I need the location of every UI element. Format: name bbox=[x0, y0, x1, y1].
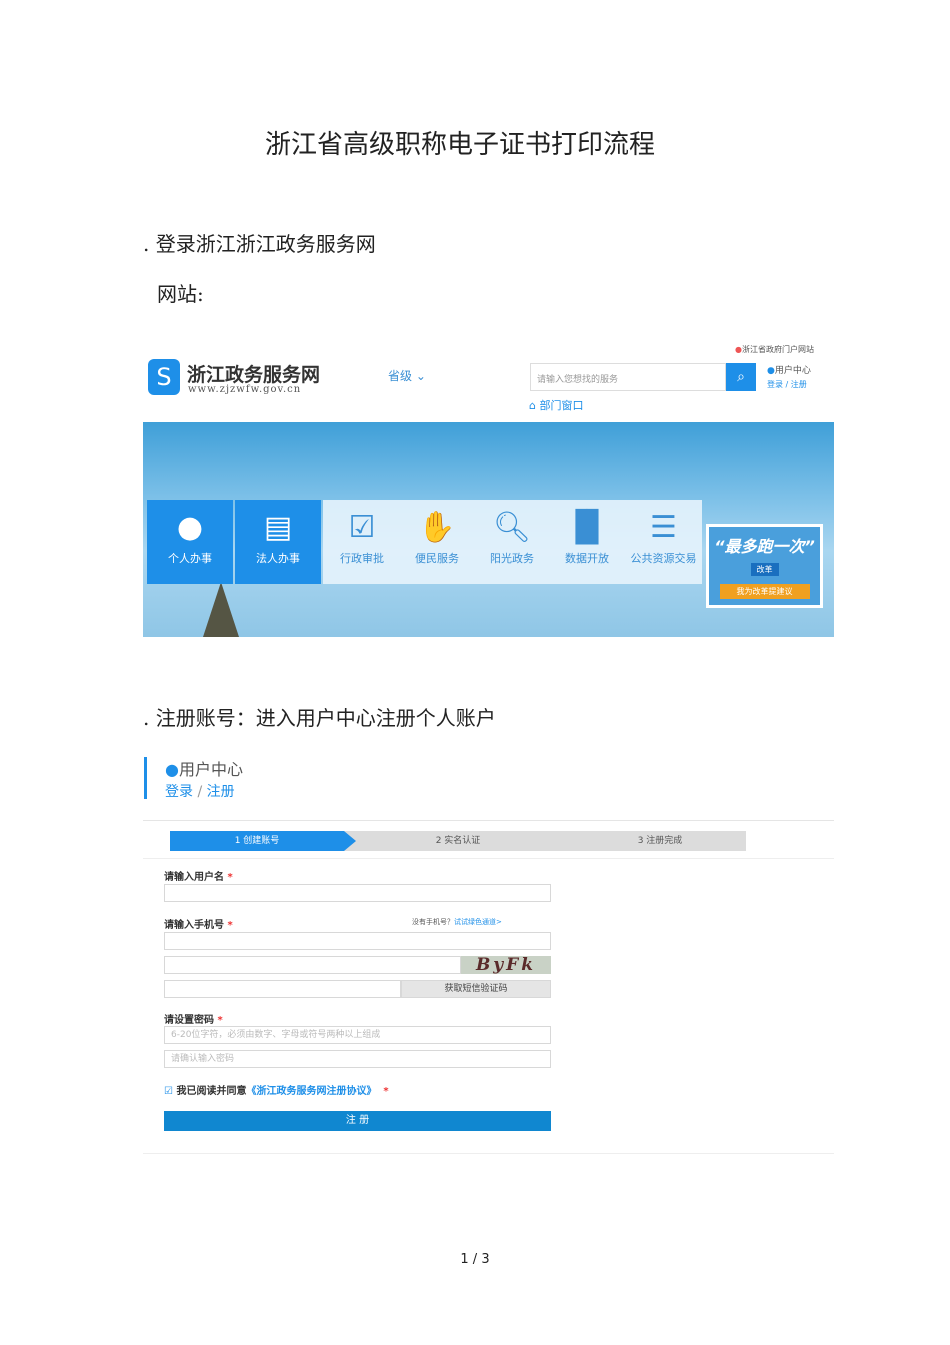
server-icon: ☰ bbox=[650, 510, 677, 545]
promo-title: “最多跑一次” bbox=[714, 537, 815, 556]
tile-label: 法人办事 bbox=[256, 552, 300, 565]
label-text: 请输入用户名 bbox=[164, 872, 224, 883]
page-number: 1 / 3 bbox=[460, 1252, 490, 1267]
required-mark: * bbox=[217, 1015, 223, 1026]
username-label: 请输入用户名 * bbox=[164, 868, 233, 883]
gov-portal-link[interactable]: ●浙江省政府门户网站 bbox=[735, 344, 814, 355]
password-input[interactable]: 6-20位字符，必须由数字、字母或符号两种以上组成 bbox=[164, 1026, 551, 1044]
no-phone-text: 没有手机号？ bbox=[412, 918, 454, 926]
label-text: 请设置密码 bbox=[164, 1015, 214, 1026]
promo-box[interactable]: “最多跑一次” 改革 我为改革提建议 bbox=[706, 524, 823, 608]
tile-label: 行政审批 bbox=[340, 552, 384, 565]
user-icon: ● bbox=[165, 760, 179, 779]
login-link[interactable]: 登录 bbox=[767, 380, 783, 389]
required-mark: * bbox=[383, 1086, 389, 1097]
separator: / bbox=[783, 380, 791, 389]
dept-window-link[interactable]: ⌂ 部门窗口 bbox=[529, 397, 583, 413]
divider bbox=[143, 1153, 834, 1154]
document-person-icon: ▤ bbox=[263, 510, 293, 545]
tile-convenience[interactable]: ✋ 便民服务 bbox=[400, 500, 474, 584]
label-text: 请输入手机号 bbox=[164, 920, 224, 931]
search-input[interactable]: 请输入您想找的服务 bbox=[530, 363, 726, 391]
captcha-image[interactable]: ByFk bbox=[461, 956, 551, 974]
search-doc-icon: 🔍︎ bbox=[492, 510, 532, 545]
search-button[interactable]: ⌕ bbox=[726, 363, 756, 391]
user-center-heading: ●用户中心 bbox=[165, 756, 243, 780]
site-label: 网站: bbox=[157, 282, 204, 306]
register-button[interactable]: 注 册 bbox=[164, 1111, 551, 1131]
level-dropdown[interactable]: 省级 ⌄ bbox=[388, 367, 426, 384]
tile-label: 公共资源交易 bbox=[630, 552, 697, 565]
step-1-heading: . 登录浙江浙江政务服务网 bbox=[143, 232, 376, 256]
logo-name: 浙江政务服务网 bbox=[187, 364, 321, 386]
sms-code-input[interactable] bbox=[164, 980, 401, 998]
tower-silhouette bbox=[203, 582, 239, 637]
dept-window-label: 部门窗口 bbox=[539, 399, 584, 412]
promo-sub: 改革 bbox=[750, 563, 779, 576]
phone-input[interactable] bbox=[164, 932, 551, 950]
tile-label: 个人办事 bbox=[168, 552, 212, 565]
register-link[interactable]: 注册 bbox=[791, 380, 807, 389]
tile-label: 数据开放 bbox=[565, 552, 609, 565]
required-mark: * bbox=[227, 920, 233, 931]
phone-label: 请输入手机号 * bbox=[164, 916, 233, 931]
separator: / bbox=[193, 784, 207, 800]
step-arrow bbox=[344, 831, 356, 851]
login-register: 登录 / 注册 bbox=[165, 781, 235, 801]
tile-approval[interactable]: ☑ 行政审批 bbox=[325, 500, 399, 584]
search-icon: ⌕ bbox=[737, 369, 745, 385]
step-complete: 3 注册完成 bbox=[637, 836, 683, 846]
confirm-password-input[interactable]: 请确认输入密码 bbox=[164, 1050, 551, 1068]
logo-url: www.zjzwfw.gov.cn bbox=[188, 384, 302, 395]
person-icon: ● bbox=[176, 510, 204, 545]
agreement-row: ☑ 我已阅读并同意《浙江政务服务网注册协议》 * bbox=[164, 1082, 389, 1097]
get-sms-code-button[interactable]: 获取短信验证码 bbox=[401, 980, 551, 998]
required-mark: * bbox=[227, 872, 233, 883]
tile-legal[interactable]: ▤ 法人办事 bbox=[235, 500, 321, 584]
user-center-link[interactable]: ●用户中心 bbox=[767, 363, 811, 376]
chevron-down-icon: ⌄ bbox=[415, 369, 426, 383]
password-label: 请设置密码 * bbox=[164, 1011, 223, 1026]
user-center-title: 用户中心 bbox=[178, 760, 243, 779]
no-phone-hint: 没有手机号？试试绿色通道> bbox=[412, 917, 502, 927]
register-link[interactable]: 注册 bbox=[207, 784, 235, 800]
tile-label: 便民服务 bbox=[415, 552, 459, 565]
tile-public-resources[interactable]: ☰ 公共资源交易 bbox=[625, 500, 702, 584]
divider bbox=[143, 858, 834, 859]
step-real-name: 2 实名认证 bbox=[435, 836, 481, 846]
emblem-icon: ● bbox=[735, 345, 742, 354]
login-link[interactable]: 登录 bbox=[165, 784, 193, 800]
agree-text: 我已阅读并同意 bbox=[176, 1086, 247, 1097]
tile-label: 阳光政务 bbox=[490, 552, 534, 565]
agreement-link[interactable]: 《浙江政务服务网注册协议》 bbox=[246, 1086, 376, 1097]
login-register: 登录 / 注册 bbox=[767, 379, 807, 390]
green-channel-link[interactable]: 试试绿色通道> bbox=[454, 918, 502, 926]
user-icon: ● bbox=[767, 366, 775, 376]
portal-screenshot: S 浙江政务服务网 www.zjzwfw.gov.cn 省级 ⌄ ●浙江省政府门… bbox=[143, 340, 834, 637]
divider bbox=[143, 820, 834, 821]
accent-bar bbox=[144, 757, 147, 799]
user-center-label: 用户中心 bbox=[774, 366, 811, 376]
username-input[interactable] bbox=[164, 884, 551, 902]
gov-portal-label: 浙江省政府门户网站 bbox=[741, 345, 814, 354]
logo-icon: S bbox=[148, 359, 180, 395]
tile-personal[interactable]: ● 个人办事 bbox=[147, 500, 233, 584]
tile-transparency[interactable]: 🔍︎ 阳光政务 bbox=[475, 500, 549, 584]
tile-open-data[interactable]: ▐▌ 数据开放 bbox=[550, 500, 624, 584]
step-create-account: 1 创建账号 bbox=[170, 831, 344, 851]
level-label: 省级 bbox=[388, 369, 413, 383]
handshake-icon: ✋ bbox=[418, 510, 456, 545]
home-icon: ⌂ bbox=[529, 399, 536, 412]
step-2-heading: . 注册账号：进入用户中心注册个人账户 bbox=[143, 706, 496, 730]
promo-button[interactable]: 我为改革提建议 bbox=[719, 584, 810, 599]
portal-header: S 浙江政务服务网 www.zjzwfw.gov.cn 省级 ⌄ ●浙江省政府门… bbox=[143, 340, 834, 422]
checkbox-checked-icon[interactable]: ☑ bbox=[164, 1086, 173, 1097]
bar-chart-icon: ▐▌ bbox=[563, 510, 611, 545]
doc-title: 浙江省高级职称电子证书打印流程 bbox=[264, 130, 655, 160]
captcha-input[interactable] bbox=[164, 956, 461, 974]
clipboard-check-icon: ☑ bbox=[348, 510, 376, 545]
